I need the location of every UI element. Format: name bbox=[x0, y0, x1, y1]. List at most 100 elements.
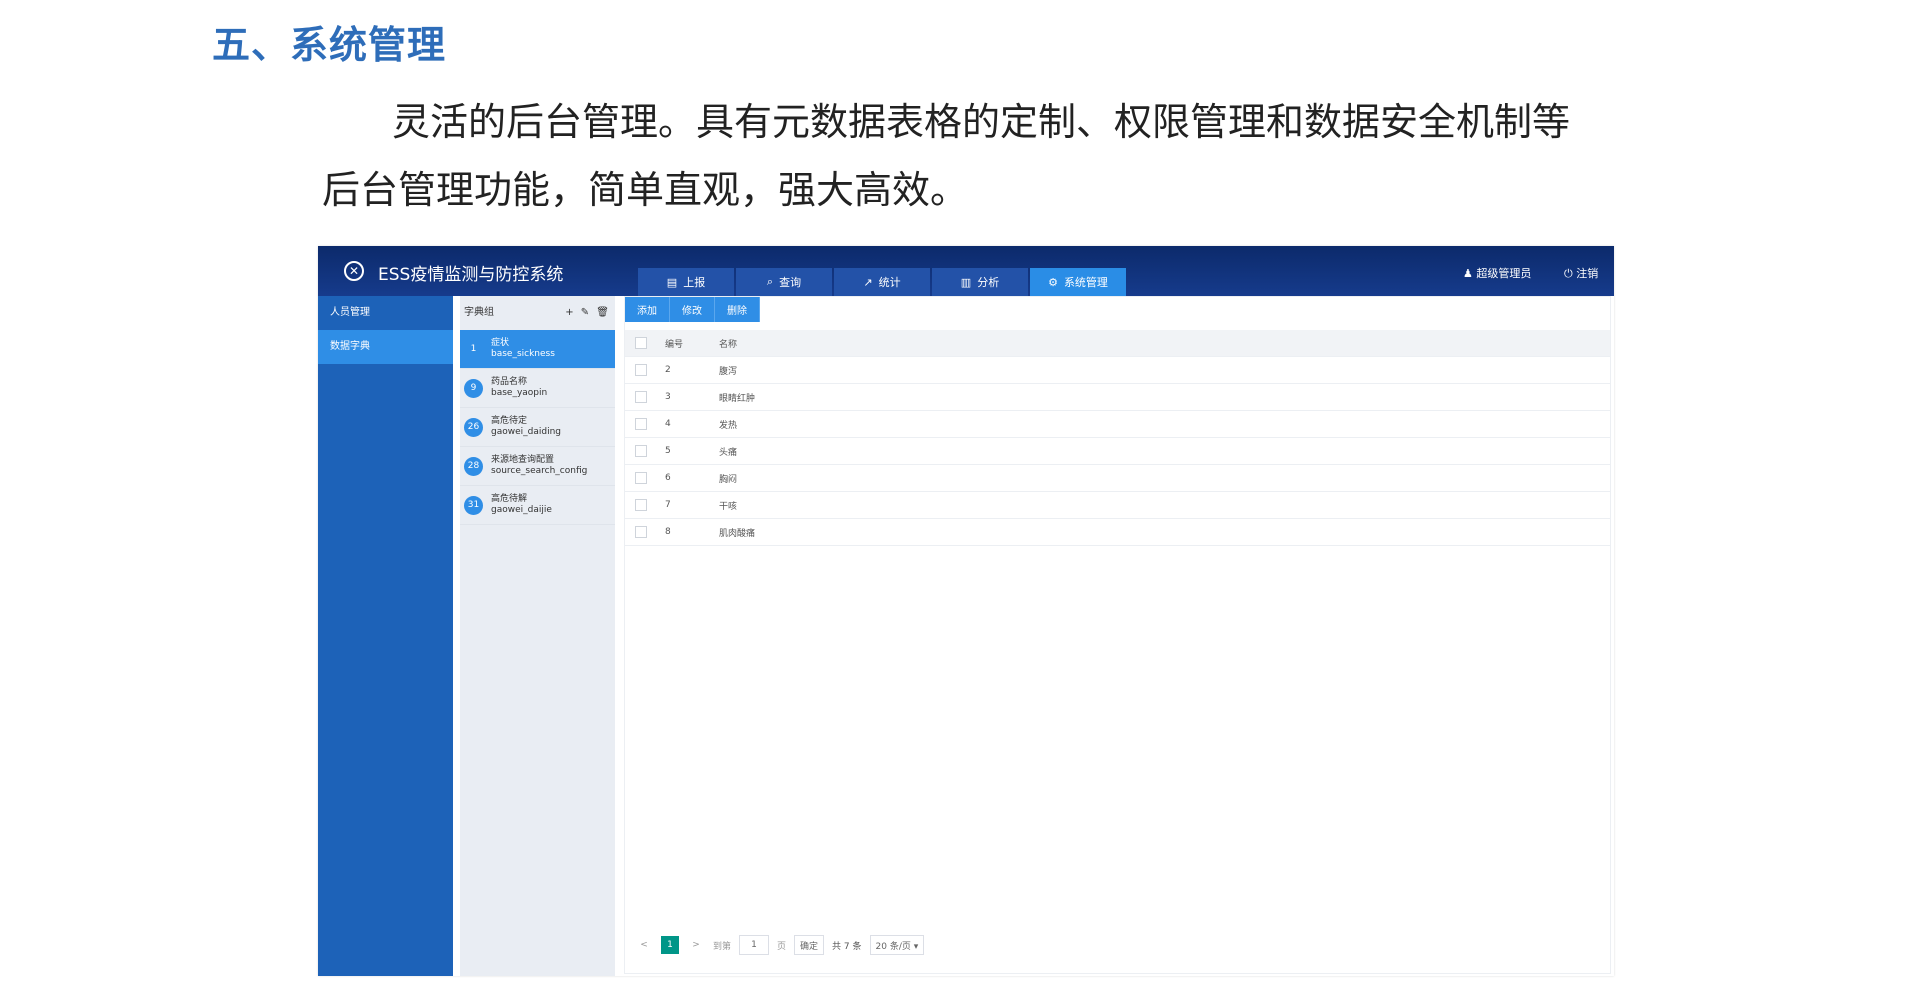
cell-id: 6 bbox=[665, 473, 671, 483]
dictionary-group-title: 字典组 bbox=[464, 307, 494, 318]
dictionary-item[interactable]: 1 症状 base_sickness bbox=[460, 330, 615, 369]
tab-label: 上报 bbox=[683, 276, 706, 289]
table-row[interactable]: 7 干咳 bbox=[625, 492, 1610, 519]
goto-confirm-button[interactable]: 确定 bbox=[794, 935, 825, 955]
row-checkbox[interactable] bbox=[635, 418, 647, 430]
cell-id: 4 bbox=[665, 419, 671, 429]
edit-button[interactable]: 修改 bbox=[670, 297, 715, 322]
row-checkbox[interactable] bbox=[635, 445, 647, 457]
dictionary-table: 编号 名称 2 腹泻 3 眼睛红肿 4 发热 5 头痛 6 胸闷 7 干咳 8 … bbox=[625, 330, 1610, 546]
select-all-checkbox[interactable] bbox=[635, 337, 647, 349]
dictionary-item-name: 药品名称 bbox=[491, 377, 528, 387]
sidebar-item-personnel[interactable]: 人员管理 bbox=[318, 296, 453, 330]
dictionary-item-code: base_yaopin bbox=[491, 388, 548, 398]
dictionary-item-text: 高危待解 gaowei_daijie bbox=[491, 494, 552, 516]
next-page-button[interactable]: > bbox=[687, 936, 705, 954]
main-nav: ▤ 上报 ⌕ 查询 ↗ 统计 ▥ 分析 ⚙ 系统管理 bbox=[638, 268, 1126, 296]
dictionary-item-name: 高危待定 bbox=[491, 416, 528, 426]
dictionary-item[interactable]: 28 来源地查询配置 source_search_config bbox=[460, 447, 615, 486]
tab-system-management[interactable]: ⚙ 系统管理 bbox=[1030, 268, 1126, 296]
cell-name: 发热 bbox=[719, 420, 738, 431]
count-badge: 9 bbox=[464, 378, 483, 398]
cell-name: 肌肉酸痛 bbox=[719, 528, 756, 539]
column-header-name: 名称 bbox=[719, 339, 738, 350]
current-page-button[interactable]: 1 bbox=[661, 936, 679, 954]
bar-chart-icon: ▥ bbox=[960, 275, 972, 289]
dictionary-item-code: source_search_config bbox=[491, 466, 588, 476]
prev-page-button[interactable]: < bbox=[635, 936, 653, 954]
total-count: 共 7 条 bbox=[832, 941, 862, 952]
top-bar: ✕ ESS疫情监测与防控系统 ▤ 上报 ⌕ 查询 ↗ 统计 ▥ 分析 ⚙ 系统管… bbox=[318, 246, 1614, 296]
tab-analysis[interactable]: ▥ 分析 bbox=[932, 268, 1028, 296]
tab-label: 系统管理 bbox=[1063, 276, 1108, 289]
line-chart-icon: ↗ bbox=[863, 275, 873, 289]
search-icon: ⌕ bbox=[766, 275, 774, 288]
table-row[interactable]: 6 胸闷 bbox=[625, 465, 1610, 492]
delete-button[interactable]: 删除 bbox=[715, 297, 760, 322]
dictionary-content: 添加 修改 删除 编号 名称 2 腹泻 3 眼睛红肿 4 发热 5 头痛 6 胸… bbox=[624, 296, 1611, 974]
user-menu[interactable]: ♟ 超级管理员 bbox=[1463, 265, 1531, 281]
table-row[interactable]: 2 腹泻 bbox=[625, 357, 1610, 384]
cell-id: 2 bbox=[665, 365, 671, 375]
emblem-icon: ✕ bbox=[344, 261, 364, 281]
dictionary-item-text: 来源地查询配置 source_search_config bbox=[491, 455, 587, 477]
dictionary-item[interactable]: 31 高危待解 gaowei_daijie bbox=[460, 486, 615, 525]
row-checkbox[interactable] bbox=[635, 499, 647, 511]
tab-statistics[interactable]: ↗ 统计 bbox=[834, 268, 930, 296]
dictionary-item-name: 高危待解 bbox=[491, 494, 528, 504]
user-name: 超级管理员 bbox=[1476, 267, 1532, 280]
row-checkbox[interactable] bbox=[635, 472, 647, 484]
sidebar-item-data-dictionary[interactable]: 数据字典 bbox=[318, 330, 453, 364]
logout-button[interactable]: ⏻ 注销 bbox=[1564, 265, 1598, 281]
app-title: ESS疫情监测与防控系统 bbox=[378, 265, 564, 285]
count-badge: 31 bbox=[464, 495, 483, 515]
sidebar: 人员管理 数据字典 bbox=[318, 296, 453, 976]
dictionary-item-code: base_sickness bbox=[491, 349, 555, 359]
dictionary-item[interactable]: 9 药品名称 base_yaopin bbox=[460, 369, 615, 408]
cell-name: 眼睛红肿 bbox=[719, 393, 756, 404]
dictionary-group-header: 字典组 + ✎ 🗑 bbox=[460, 296, 615, 330]
app-screenshot: ✕ ESS疫情监测与防控系统 ▤ 上报 ⌕ 查询 ↗ 统计 ▥ 分析 ⚙ 系统管… bbox=[318, 246, 1614, 976]
dictionary-group-panel: 字典组 + ✎ 🗑 1 症状 base_sickness 9 药品名称 base… bbox=[460, 296, 615, 976]
gears-icon: ⚙ bbox=[1048, 275, 1058, 289]
cell-id: 3 bbox=[665, 392, 671, 402]
dictionary-item-name: 来源地查询配置 bbox=[491, 455, 555, 465]
section-heading: 五、系统管理 bbox=[212, 23, 447, 67]
tab-label: 统计 bbox=[878, 276, 901, 289]
table-row[interactable]: 8 肌肉酸痛 bbox=[625, 519, 1610, 546]
add-button[interactable]: 添加 bbox=[625, 297, 670, 322]
intro-paragraph: 灵活的后台管理。具有元数据表格的定制、权限管理和数据安全机制等 后台管理功能，简… bbox=[322, 88, 1622, 224]
cell-name: 腹泻 bbox=[719, 366, 738, 377]
cell-id: 5 bbox=[665, 446, 671, 456]
row-checkbox[interactable] bbox=[635, 364, 647, 376]
pagination: < 1 > 到第 1 页 确定 共 7 条 20 条/页 ▾ bbox=[635, 935, 925, 955]
cell-id: 7 bbox=[665, 500, 671, 510]
row-checkbox[interactable] bbox=[635, 526, 647, 538]
dictionary-tools[interactable]: + ✎ 🗑 bbox=[565, 296, 611, 330]
power-icon: ⏻ bbox=[1564, 267, 1573, 280]
goto-page-input[interactable]: 1 bbox=[739, 935, 770, 955]
dictionary-item[interactable]: 26 高危待定 gaowei_daiding bbox=[460, 408, 615, 447]
cell-name: 头痛 bbox=[719, 447, 738, 458]
table-row[interactable]: 3 眼睛红肿 bbox=[625, 384, 1610, 411]
document-icon: ▤ bbox=[666, 275, 678, 289]
cell-name: 胸闷 bbox=[719, 474, 738, 485]
tab-query[interactable]: ⌕ 查询 bbox=[736, 268, 832, 296]
page-size-select[interactable]: 20 条/页 ▾ bbox=[869, 935, 925, 955]
count-badge: 1 bbox=[470, 344, 477, 354]
table-row[interactable]: 5 头痛 bbox=[625, 438, 1610, 465]
logout-label: 注销 bbox=[1576, 267, 1599, 280]
row-checkbox[interactable] bbox=[635, 391, 647, 403]
tab-label: 分析 bbox=[977, 276, 1000, 289]
count-badge: 26 bbox=[464, 417, 483, 437]
dictionary-item-name: 症状 bbox=[491, 338, 510, 348]
tab-label: 查询 bbox=[779, 276, 802, 289]
page-unit-label: 页 bbox=[777, 941, 787, 952]
table-header-row: 编号 名称 bbox=[625, 330, 1610, 357]
user-icon: ♟ bbox=[1463, 267, 1473, 280]
table-row[interactable]: 4 发热 bbox=[625, 411, 1610, 438]
count-badge: 28 bbox=[464, 456, 483, 476]
column-header-id: 编号 bbox=[665, 339, 684, 350]
dictionary-item-code: gaowei_daiding bbox=[491, 427, 561, 437]
tab-report[interactable]: ▤ 上报 bbox=[638, 268, 734, 296]
